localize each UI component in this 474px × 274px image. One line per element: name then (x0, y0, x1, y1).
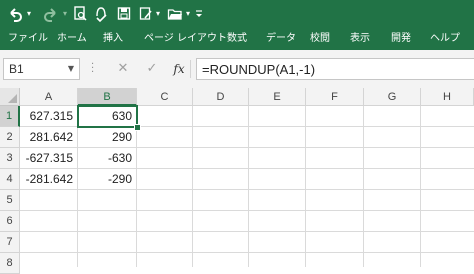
format-dropdown-icon[interactable]: ▾ (154, 3, 162, 25)
row-header-2[interactable]: 2 (0, 127, 20, 148)
cancel-icon[interactable]: ✕ (113, 60, 133, 78)
tab-insert[interactable]: 挿入 (103, 28, 123, 50)
tab-developer[interactable]: 開発 (391, 28, 411, 50)
row-header-1[interactable]: 1 (0, 106, 20, 127)
tab-view[interactable]: 表示 (350, 28, 370, 50)
gridline (305, 106, 306, 267)
redo-icon[interactable] (42, 3, 60, 25)
formula-bar: B1 ▼ · · · ✕ ✓ fx =ROUNDUP(A1,-1) (0, 50, 474, 89)
column-header-f[interactable]: F (306, 88, 364, 106)
save-icon[interactable] (116, 3, 132, 25)
column-header-g[interactable]: G (364, 88, 421, 106)
tab-help[interactable]: ヘルプ (430, 28, 460, 50)
tab-formulas[interactable]: 数式 (227, 28, 247, 50)
column-header-b[interactable]: B (78, 88, 137, 106)
gridline (420, 106, 421, 267)
column-header-e[interactable]: E (249, 88, 306, 106)
formula-text: =ROUNDUP(A1,-1) (202, 62, 316, 77)
tab-review[interactable]: 校閲 (310, 28, 330, 50)
active-cell-border (77, 105, 138, 128)
tab-page-layout[interactable]: ページ レイアウト (144, 28, 227, 50)
open-dropdown-icon[interactable]: ▾ (184, 3, 192, 25)
cell-b4[interactable]: -290 (78, 169, 136, 190)
customize-toolbar-icon[interactable] (194, 3, 204, 25)
enter-icon[interactable]: ✓ (142, 60, 162, 78)
gridline (192, 106, 193, 267)
undo-icon[interactable] (6, 3, 24, 25)
chevron-down-icon[interactable]: ▼ (68, 64, 74, 73)
formula-input[interactable]: =ROUNDUP(A1,-1) (196, 58, 474, 80)
name-box-value: B1 (9, 62, 24, 76)
gridline (20, 210, 474, 211)
gridline (20, 252, 474, 253)
cell-a4[interactable]: -281.642 (20, 169, 77, 190)
gridline (20, 231, 474, 232)
tab-data[interactable]: データ (266, 28, 296, 50)
cell-b3[interactable]: -630 (78, 148, 136, 169)
tab-file[interactable]: ファイル (8, 28, 48, 50)
row-header-8[interactable]: 8 (0, 253, 20, 274)
quick-access-toolbar: ▾ ▾ ▾ ▾ (0, 0, 474, 28)
tab-home[interactable]: ホーム (57, 28, 87, 50)
formula-separator (190, 60, 191, 78)
row-header-6[interactable]: 6 (0, 211, 20, 232)
format-icon[interactable] (138, 3, 154, 25)
row-header-3[interactable]: 3 (0, 148, 20, 169)
ribbon-tabs: ファイル ホーム 挿入 ページ レイアウト 数式 データ 校閲 表示 開発 ヘル… (0, 28, 474, 50)
open-folder-icon[interactable] (166, 3, 184, 25)
cell-a2[interactable]: 281.642 (20, 127, 77, 148)
name-box[interactable]: B1 ▼ (3, 58, 80, 80)
select-all-button[interactable] (0, 88, 20, 106)
spelling-check-icon[interactable] (93, 3, 109, 25)
print-preview-icon[interactable] (72, 3, 88, 25)
gridline (248, 106, 249, 267)
fill-handle[interactable] (134, 124, 141, 131)
cell-a3[interactable]: -627.315 (20, 148, 77, 169)
undo-dropdown-icon[interactable]: ▾ (25, 3, 33, 25)
row-header-5[interactable]: 5 (0, 190, 20, 211)
column-header-c[interactable]: C (137, 88, 193, 106)
insert-function-button[interactable]: fx (169, 60, 189, 78)
select-all-triangle-icon (8, 94, 17, 103)
cell-a1[interactable]: 627.315 (20, 106, 77, 127)
splitter-handle[interactable]: · · · (91, 60, 95, 78)
gridline (363, 106, 364, 267)
cell-b2[interactable]: 290 (78, 127, 136, 148)
row-header-4[interactable]: 4 (0, 169, 20, 190)
column-header-a[interactable]: A (20, 88, 78, 106)
redo-dropdown-icon[interactable]: ▾ (61, 3, 69, 25)
row-header-7[interactable]: 7 (0, 232, 20, 253)
column-header-h[interactable]: H (421, 88, 474, 106)
column-header-d[interactable]: D (193, 88, 249, 106)
worksheet-grid: A B C D E F G H 1 2 3 4 5 6 7 8 627.315 … (0, 88, 474, 274)
